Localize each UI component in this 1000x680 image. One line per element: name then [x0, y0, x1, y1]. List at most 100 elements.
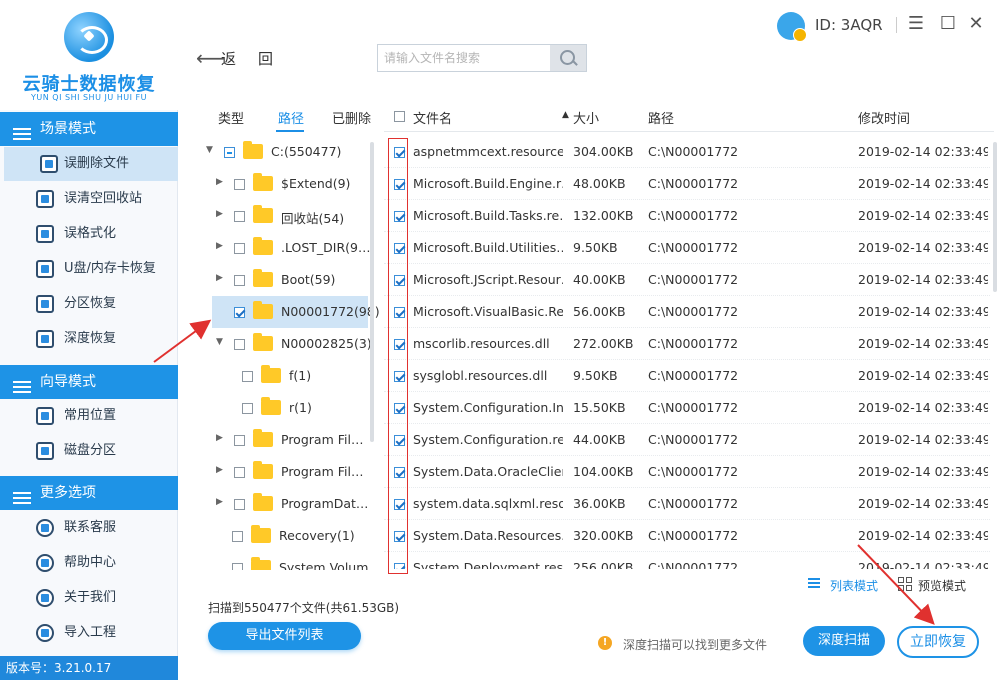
- tree-checkbox[interactable]: [234, 243, 245, 254]
- collapse-arrow-icon[interactable]: ▼: [216, 337, 223, 347]
- sort-asc-icon[interactable]: ▲: [562, 110, 569, 120]
- table-row[interactable]: system.data.sqlxml.reso… 36.00KB C:\N00001…: [384, 488, 990, 520]
- tree-checkbox[interactable]: [234, 467, 245, 478]
- tree-row[interactable]: Recovery(1): [0, 520, 370, 552]
- search-icon[interactable]: [550, 45, 586, 71]
- file-path: C:\N00001772: [648, 208, 739, 223]
- home-button[interactable]: 回: [258, 48, 273, 69]
- tree-checkbox[interactable]: [242, 371, 253, 382]
- table-row[interactable]: System.Deployment.res… 256.00KB C:\N000017…: [384, 552, 990, 569]
- table-row[interactable]: Microsoft.VisualBasic.Re… 56.00KB C:\N0000…: [384, 296, 990, 328]
- select-all-checkbox[interactable]: [394, 111, 405, 122]
- collapse-arrow-icon[interactable]: ▼: [206, 145, 213, 155]
- tree-row[interactable]: ▶ .LOST_DIR(9…: [0, 232, 370, 264]
- tab-deleted[interactable]: 已删除: [332, 108, 371, 127]
- file-name: Microsoft.Build.Tasks.re…: [413, 208, 563, 223]
- expand-arrow-icon[interactable]: ▶: [216, 241, 223, 251]
- file-name: System.Deployment.res…: [413, 560, 563, 569]
- tree-label: N00001772(98): [281, 304, 380, 319]
- export-list-button[interactable]: 导出文件列表: [208, 622, 361, 650]
- expand-arrow-icon[interactable]: ▶: [216, 465, 223, 475]
- user-avatar-icon[interactable]: [777, 12, 807, 42]
- tree-label: Recovery(1): [279, 528, 355, 543]
- table-row[interactable]: Microsoft.JScript.Resour… 40.00KB C:\N0000…: [384, 264, 990, 296]
- table-row[interactable]: System.Data.Resources.… 320.00KB C:\N00001…: [384, 520, 990, 552]
- preview-view-icon[interactable]: [898, 577, 912, 591]
- tree-row[interactable]: ▶ 回收站(54): [0, 200, 370, 232]
- file-size: 36.00KB: [573, 496, 626, 511]
- list-view-icon[interactable]: [808, 578, 820, 590]
- file-size: 15.50KB: [573, 400, 626, 415]
- table-row[interactable]: System.Data.OracleClien… 104.00KB C:\N0000…: [384, 456, 990, 488]
- file-size: 304.00KB: [573, 144, 634, 159]
- tree-row[interactable]: ▶ Boot(59): [0, 264, 370, 296]
- tree-row[interactable]: System Volum…: [0, 552, 380, 570]
- tree-row[interactable]: ▼ N00002825(3): [0, 328, 372, 360]
- tree-checkbox[interactable]: [234, 499, 245, 510]
- sidebar-item-2-2[interactable]: 关于我们: [0, 581, 178, 615]
- sidebar-item-2-3[interactable]: 导入工程: [0, 616, 178, 650]
- table-row[interactable]: Microsoft.Build.Tasks.re… 132.00KB C:\N000…: [384, 200, 990, 232]
- section-title: 场景模式: [40, 121, 96, 137]
- expand-arrow-icon[interactable]: ▶: [216, 177, 223, 187]
- expand-arrow-icon[interactable]: ▶: [216, 433, 223, 443]
- column-name[interactable]: 文件名: [413, 108, 452, 127]
- tree-row[interactable]: r(1): [0, 392, 370, 424]
- file-path: C:\N00001772: [648, 368, 739, 383]
- table-row[interactable]: sysglobl.resources.dll 9.50KB C:\N00001772…: [384, 360, 990, 392]
- tree-row[interactable]: N00001772(98): [212, 296, 380, 328]
- tree-row[interactable]: ▼ C:(550477): [0, 136, 370, 168]
- tree-checkbox[interactable]: [242, 403, 253, 414]
- list-view-button[interactable]: 列表模式: [830, 577, 878, 594]
- table-row[interactable]: Microsoft.Build.Engine.r… 48.00KB C:\N0000…: [384, 168, 990, 200]
- table-row[interactable]: Microsoft.Build.Utilities… 9.50KB C:\N0000…: [384, 232, 990, 264]
- folder-icon: [261, 397, 281, 415]
- table-scrollbar[interactable]: [993, 142, 997, 292]
- column-size[interactable]: 大小: [573, 108, 599, 127]
- tree-checkbox[interactable]: [232, 563, 243, 570]
- maximize-icon[interactable]: ☐: [938, 14, 958, 34]
- recover-now-button[interactable]: 立即恢复: [897, 626, 979, 658]
- expand-arrow-icon[interactable]: ▶: [216, 209, 223, 219]
- tree-checkbox[interactable]: [234, 307, 245, 318]
- back-button[interactable]: 返: [221, 48, 236, 69]
- tab-type[interactable]: 类型: [218, 108, 244, 127]
- info-icon: [36, 589, 54, 607]
- file-modified: 2019-02-14 02:33:49: [858, 144, 988, 159]
- tree-checkbox[interactable]: [234, 211, 245, 222]
- tree-row[interactable]: ▶ Program Fil…: [0, 456, 370, 488]
- table-row[interactable]: System.Configuration.In… 15.50KB C:\N00001…: [384, 392, 990, 424]
- column-path[interactable]: 路径: [648, 108, 674, 127]
- file-size: 104.00KB: [573, 464, 634, 479]
- table-row[interactable]: mscorlib.resources.dll 272.00KB C:\N000017…: [384, 328, 990, 360]
- tree-checkbox[interactable]: [224, 147, 235, 158]
- tab-path[interactable]: 路径: [278, 108, 304, 127]
- file-size: 40.00KB: [573, 272, 626, 287]
- tree-row[interactable]: ▶ ProgramDat…: [0, 488, 370, 520]
- table-row[interactable]: System.Configuration.re… 44.00KB C:\N00001…: [384, 424, 990, 456]
- tree-checkbox[interactable]: [234, 339, 245, 350]
- tree-scrollbar[interactable]: [370, 142, 374, 442]
- tree-checkbox[interactable]: [232, 531, 243, 542]
- tree-checkbox[interactable]: [234, 275, 245, 286]
- tree-row[interactable]: ▶ Program Fil…: [0, 424, 370, 456]
- tree-checkbox[interactable]: [234, 435, 245, 446]
- close-icon[interactable]: ✕: [966, 14, 986, 34]
- column-modified[interactable]: 修改时间: [858, 108, 910, 127]
- preview-view-button[interactable]: 预览模式: [918, 577, 966, 594]
- file-modified: 2019-02-14 02:33:49: [858, 368, 988, 383]
- search-input[interactable]: [378, 45, 552, 71]
- expand-arrow-icon[interactable]: ▶: [216, 497, 223, 507]
- deep-scan-button[interactable]: 深度扫描: [803, 626, 885, 656]
- divider: [896, 17, 897, 33]
- table-row[interactable]: aspnetmmcext.resource… 304.00KB C:\N000017…: [384, 136, 990, 168]
- expand-arrow-icon[interactable]: ▶: [216, 273, 223, 283]
- tree-label: r(1): [289, 400, 312, 415]
- menu-icon[interactable]: ☰: [906, 14, 926, 34]
- tree-label: 回收站(54): [281, 211, 345, 226]
- sidebar-item-label: 导入工程: [64, 625, 117, 640]
- file-name: aspnetmmcext.resource…: [413, 144, 563, 159]
- tree-row[interactable]: f(1): [0, 360, 370, 392]
- tree-checkbox[interactable]: [234, 179, 245, 190]
- tree-row[interactable]: ▶ $Extend(9): [0, 168, 370, 200]
